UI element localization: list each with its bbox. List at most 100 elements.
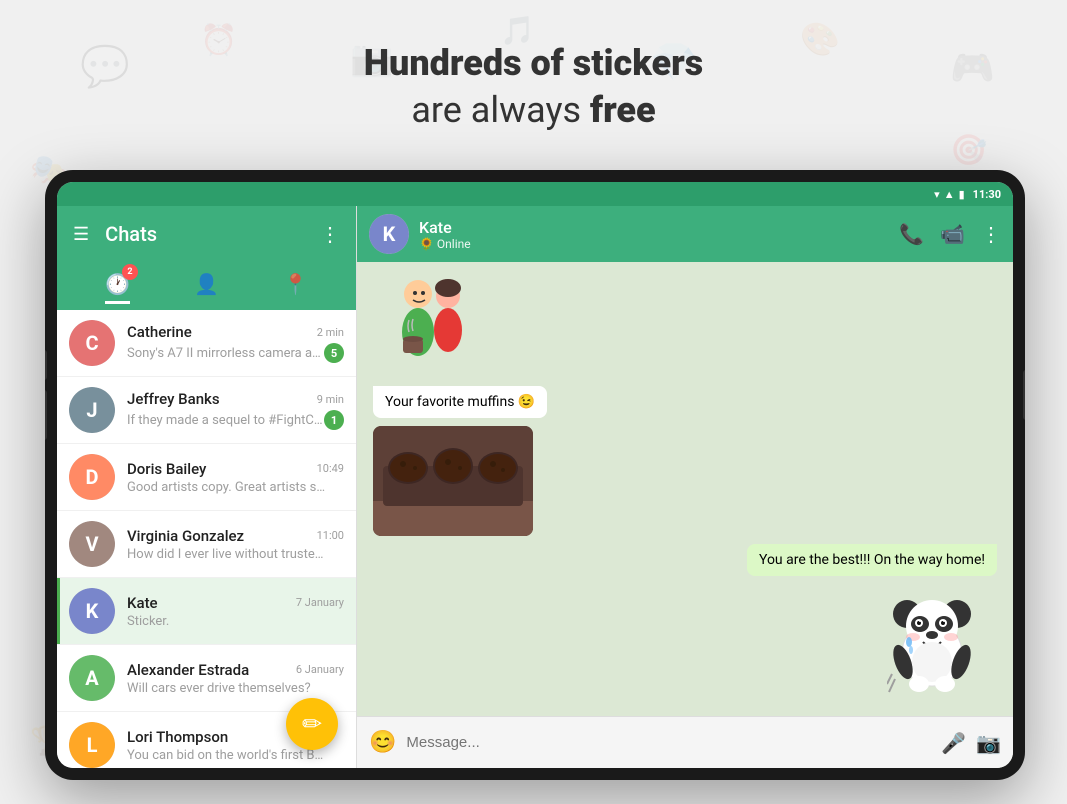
signal-icon: ▲ <box>944 188 955 201</box>
hero-normal-text: are always <box>411 89 590 131</box>
chat-info: Doris Bailey 10:49 Good artists copy. Gr… <box>127 460 344 495</box>
chat-avatar: J <box>69 387 115 433</box>
message-input[interactable] <box>406 734 931 751</box>
chat-name: Lori Thompson <box>127 728 228 746</box>
chat-avatar: K <box>69 588 115 634</box>
chat-preview-row: Sony's A7 II mirrorless camera adds fast… <box>127 343 344 363</box>
chat-info: Kate 7 January Sticker. <box>127 594 344 629</box>
chat-info: Virginia Gonzalez 11:00 How did I ever l… <box>127 527 344 562</box>
compose-fab[interactable]: ✏ <box>286 698 338 750</box>
chat-name: Doris Bailey <box>127 460 206 478</box>
chat-name: Kate <box>127 594 158 612</box>
chat-list-item[interactable]: C Catherine 2 min Sony's A7 II mirrorles… <box>57 310 356 377</box>
camera-icon[interactable]: 📷 <box>976 731 1001 755</box>
chat-name: Catherine <box>127 323 192 341</box>
chat-name-row: Doris Bailey 10:49 <box>127 460 344 478</box>
chat-preview: Sticker. <box>127 614 169 629</box>
tablet-volume-up <box>45 350 47 380</box>
chat-list-header: ☰ Chats ⋮ <box>57 206 356 262</box>
chat-list-item[interactable]: D Doris Bailey 10:49 Good artists copy. … <box>57 444 356 511</box>
hero-heading: Hundreds of stickers are always free <box>0 40 1067 134</box>
tab-chats[interactable]: 🕐 2 <box>105 272 130 300</box>
contact-avatar: K <box>369 214 409 254</box>
message-received-text: Your favorite muffins 😉 <box>373 386 547 418</box>
chat-window: K Kate 🌻 Online 📞 📹 ⋮ <box>357 206 1013 768</box>
chat-time: 7 January <box>296 596 344 609</box>
battery-icon: ▮ <box>959 188 965 201</box>
message-text: Your favorite muffins 😉 <box>385 394 535 410</box>
hero-bold-word: Hundreds of stickers <box>364 42 704 84</box>
chat-time: 9 min <box>317 393 344 406</box>
chat-avatar: A <box>69 655 115 701</box>
hamburger-menu-icon[interactable]: ☰ <box>73 224 89 245</box>
chat-time: 10:49 <box>317 462 344 475</box>
chat-preview: Will cars ever drive themselves? <box>127 681 311 696</box>
chat-avatar: L <box>69 722 115 768</box>
sticker-couple-message <box>373 274 493 378</box>
compose-icon: ✏ <box>302 710 322 738</box>
call-icon[interactable]: 📞 <box>899 222 924 246</box>
contacts-icon: 👤 <box>194 272 219 296</box>
chat-preview: Good artists copy. Great artists steal, … <box>127 480 327 495</box>
chat-preview-row: Will cars ever drive themselves? <box>127 681 344 696</box>
chat-preview-row: Sticker. <box>127 614 344 629</box>
tab-places[interactable]: 📍 <box>283 272 308 300</box>
tablet-screen: ▾ ▲ ▮ 11:30 ☰ Chats ⋮ 🕐 2 <box>57 182 1013 768</box>
chat-preview-row: How did I ever live without trusted plac… <box>127 547 344 562</box>
chat-list: C Catherine 2 min Sony's A7 II mirrorles… <box>57 310 356 768</box>
chat-avatar: V <box>69 521 115 567</box>
chat-preview-row: If they made a sequel to #FightClub 1 <box>127 410 344 430</box>
chat-preview: How did I ever live without trusted plac… <box>127 547 327 562</box>
chat-preview: You can bid on the world's first Batmobi… <box>127 748 327 763</box>
chat-input-bar: 😊 🎤 📷 <box>357 716 1013 768</box>
tablet-volume-down <box>45 390 47 440</box>
contact-status: 🌻 Online <box>419 237 899 251</box>
tab-contacts[interactable]: 👤 <box>194 272 219 300</box>
chat-badge: 2 <box>122 264 138 280</box>
chat-panel: ☰ Chats ⋮ 🕐 2 👤 📍 <box>57 206 357 768</box>
chat-avatar: C <box>69 320 115 366</box>
panda-sticker-message <box>887 584 977 698</box>
chat-name: Alexander Estrada <box>127 661 249 679</box>
chat-list-item[interactable]: K Kate 7 January Sticker. <box>57 578 356 645</box>
unread-badge: 5 <box>324 343 344 363</box>
tab-bar: 🕐 2 👤 📍 <box>57 262 356 310</box>
status-bar: ▾ ▲ ▮ 11:30 <box>57 182 1013 206</box>
chat-time: 2 min <box>317 326 344 339</box>
messages-area: Your favorite muffins 😉 <box>357 262 1013 716</box>
chat-info: Alexander Estrada 6 January Will cars ev… <box>127 661 344 696</box>
chat-avatar: D <box>69 454 115 500</box>
chat-window-header: K Kate 🌻 Online 📞 📹 ⋮ <box>357 206 1013 262</box>
chat-name-row: Virginia Gonzalez 11:00 <box>127 527 344 545</box>
app-content: ☰ Chats ⋮ 🕐 2 👤 📍 <box>57 206 1013 768</box>
chat-name: Virginia Gonzalez <box>127 527 244 545</box>
chat-preview: Sony's A7 II mirrorless camera adds fast… <box>127 346 324 361</box>
hero-bold-free: free <box>590 89 656 131</box>
more-icon[interactable]: ⋮ <box>981 222 1001 246</box>
chat-list-item[interactable]: J Jeffrey Banks 9 min If they made a seq… <box>57 377 356 444</box>
chat-actions: 📞 📹 ⋮ <box>899 222 1001 246</box>
tablet-power-button <box>1023 370 1025 420</box>
microphone-icon[interactable]: 🎤 <box>941 731 966 755</box>
muffin-image <box>373 426 533 536</box>
location-icon: 📍 <box>283 272 308 296</box>
chat-name-row: Alexander Estrada 6 January <box>127 661 344 679</box>
chat-name-row: Catherine 2 min <box>127 323 344 341</box>
contact-info: Kate 🌻 Online <box>419 218 899 251</box>
video-icon[interactable]: 📹 <box>940 222 965 246</box>
chat-name-row: Jeffrey Banks 9 min <box>127 390 344 408</box>
chat-preview-row: Good artists copy. Great artists steal, … <box>127 480 344 495</box>
status-bar-icons: ▾ ▲ ▮ 11:30 <box>934 188 1001 201</box>
contact-name: Kate <box>419 218 899 237</box>
chat-list-item[interactable]: V Virginia Gonzalez 11:00 How did I ever… <box>57 511 356 578</box>
muffin-image-message <box>373 426 533 536</box>
tablet-frame: ▾ ▲ ▮ 11:30 ☰ Chats ⋮ 🕐 2 <box>45 170 1025 780</box>
chat-info: Catherine 2 min Sony's A7 II mirrorless … <box>127 323 344 363</box>
wifi-icon: ▾ <box>934 188 940 201</box>
emoji-button[interactable]: 😊 <box>369 730 396 755</box>
sent-message-text: You are the best!!! On the way home! <box>759 552 985 568</box>
chat-preview: If they made a sequel to #FightClub <box>127 413 324 428</box>
message-sent-text: You are the best!!! On the way home! <box>747 544 997 576</box>
header-more-icon[interactable]: ⋮ <box>320 222 340 246</box>
chat-info: Jeffrey Banks 9 min If they made a seque… <box>127 390 344 430</box>
